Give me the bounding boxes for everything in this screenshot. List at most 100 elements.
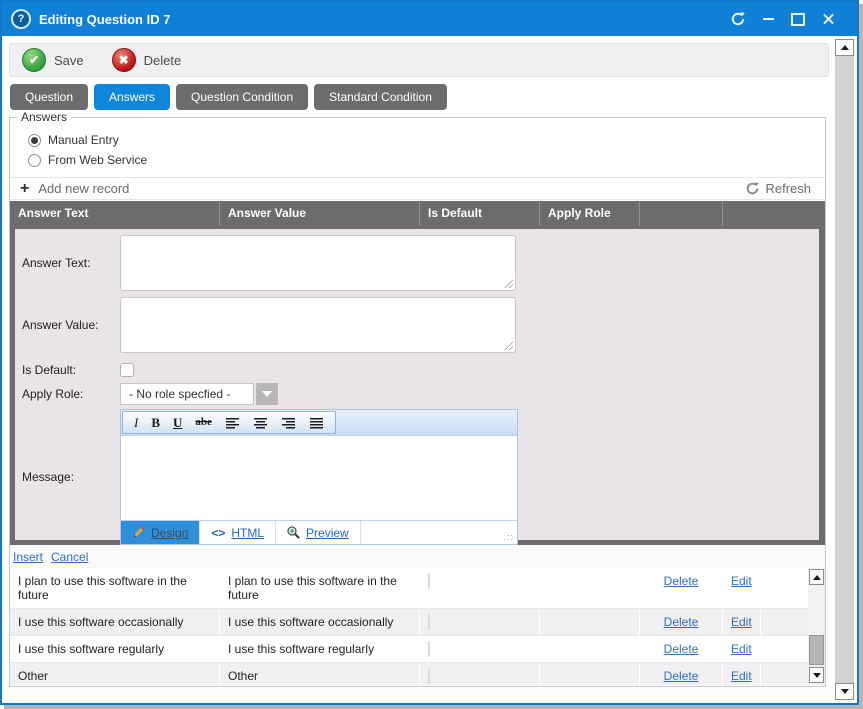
- delete-row-link[interactable]: Delete: [664, 669, 699, 683]
- column-header-is-default[interactable]: Is Default: [420, 201, 540, 226]
- is-default-row-checkbox[interactable]: [428, 641, 430, 657]
- editor-toolbar: I B U abe: [121, 410, 517, 436]
- answer-source-radios: Manual Entry From Web Service: [28, 130, 147, 170]
- apply-role-select[interactable]: - No role specfied -: [120, 383, 278, 405]
- inline-edit-row: Answer Text: Answer Value:: [10, 226, 825, 545]
- tab-standard-condition[interactable]: Standard Condition: [314, 84, 447, 110]
- apply-role-selected-value: - No role specfied -: [120, 383, 254, 405]
- apply-role-dropdown-button[interactable]: [256, 383, 278, 405]
- editor-toolbar-group: I B U abe: [122, 411, 336, 434]
- edit-form: Answer Text: Answer Value:: [15, 229, 819, 540]
- scroll-up-icon: [813, 575, 821, 580]
- editor-mode-design[interactable]: Design: [121, 521, 200, 544]
- apply-role-label: Apply Role:: [15, 387, 120, 401]
- add-new-record-button[interactable]: + Add new record: [20, 181, 129, 196]
- is-default-checkbox[interactable]: [120, 363, 134, 377]
- answers-groupbox-legend: Answers: [17, 110, 71, 124]
- column-header-empty-2: [723, 201, 825, 226]
- cell-answer-text: I use this software occasionally: [10, 609, 220, 635]
- radio-unselected-icon: [28, 154, 41, 167]
- align-left-button[interactable]: [225, 417, 240, 429]
- scroll-up-icon: [841, 45, 849, 50]
- column-header-apply-role[interactable]: Apply Role: [540, 201, 640, 226]
- grid-scroll-thumb[interactable]: [809, 635, 824, 665]
- underline-button[interactable]: U: [173, 416, 182, 429]
- edit-row-link[interactable]: Edit: [731, 574, 752, 588]
- message-editor-content[interactable]: [121, 436, 517, 520]
- italic-button[interactable]: I: [134, 416, 138, 429]
- grid-vertical-scrollbar[interactable]: [808, 568, 825, 685]
- radio-from-web-service-label: From Web Service: [48, 153, 147, 167]
- dialog-vertical-scrollbar[interactable]: [835, 39, 854, 700]
- scroll-down-icon: [841, 689, 849, 694]
- close-button[interactable]: [813, 7, 843, 31]
- is-default-row-checkbox[interactable]: [428, 573, 430, 589]
- dialog-scroll-down-button[interactable]: [835, 683, 854, 700]
- answers-groupbox: Answers Manual Entry From Web Service: [9, 117, 826, 687]
- cell-answer-text: I use this software regularly: [10, 636, 220, 662]
- grid-scroll-up-button[interactable]: [809, 569, 824, 585]
- edit-row-link[interactable]: Edit: [731, 615, 752, 629]
- maximize-icon: [791, 13, 805, 26]
- tab-question[interactable]: Question: [10, 84, 88, 110]
- is-default-row-checkbox[interactable]: [428, 614, 430, 630]
- strikethrough-button[interactable]: abe: [195, 417, 212, 428]
- refresh-label: Refresh: [765, 181, 811, 196]
- tab-answers[interactable]: Answers: [94, 84, 170, 110]
- table-row[interactable]: I use this software regularly I use this…: [10, 636, 808, 663]
- column-header-answer-value[interactable]: Answer Value: [220, 201, 420, 226]
- maximize-button[interactable]: [783, 7, 813, 31]
- cell-delete: Delete: [640, 609, 723, 635]
- tab-question-condition[interactable]: Question Condition: [176, 84, 308, 110]
- delete-row-link[interactable]: Delete: [664, 615, 699, 629]
- answer-value-input[interactable]: [121, 298, 515, 352]
- add-new-record-label: Add new record: [38, 181, 129, 196]
- plus-icon: +: [20, 182, 29, 196]
- editor-mode-preview[interactable]: Preview: [276, 521, 361, 544]
- column-header-answer-text[interactable]: Answer Text: [10, 201, 220, 226]
- delete-row-link[interactable]: Delete: [664, 642, 699, 656]
- magnifier-icon: [287, 526, 300, 539]
- delete-x-icon: ✖: [112, 48, 136, 72]
- grid-scroll-down-button[interactable]: [809, 667, 824, 683]
- justify-button[interactable]: [309, 417, 324, 429]
- is-default-row-checkbox[interactable]: [428, 668, 430, 684]
- delete-button[interactable]: ✖ Delete: [112, 48, 182, 72]
- window-title: Editing Question ID 7: [39, 12, 170, 27]
- cell-apply-role: [540, 609, 640, 635]
- answer-value-field-wrap: [120, 297, 516, 353]
- table-row[interactable]: I use this software occasionally I use t…: [10, 609, 808, 636]
- radio-from-web-service[interactable]: From Web Service: [28, 150, 147, 170]
- refresh-icon: [731, 12, 745, 26]
- insert-link[interactable]: Insert: [13, 550, 43, 564]
- cell-edit: Edit: [723, 636, 761, 662]
- html-code-icon: <>: [211, 526, 225, 540]
- edit-row-link[interactable]: Edit: [731, 642, 752, 656]
- minimize-button[interactable]: [753, 7, 783, 31]
- align-center-button[interactable]: [253, 417, 268, 429]
- bold-button[interactable]: B: [151, 416, 160, 429]
- table-row[interactable]: Other Other Delete Edit: [10, 663, 808, 685]
- align-right-button[interactable]: [281, 417, 296, 429]
- minimize-icon: [763, 18, 774, 20]
- cell-delete: Delete: [640, 636, 723, 662]
- editor-mode-bar: Design <> HTML: [121, 520, 517, 544]
- window-refresh-button[interactable]: [723, 7, 753, 31]
- window-controls: [723, 7, 857, 31]
- cell-is-default: [420, 663, 540, 685]
- save-button-label: Save: [54, 53, 84, 68]
- table-row[interactable]: I plan to use this software in the futur…: [10, 568, 808, 609]
- answer-text-input[interactable]: [121, 236, 515, 290]
- editor-resize-grip-icon[interactable]: .::: [503, 532, 514, 542]
- editor-mode-html[interactable]: <> HTML: [200, 521, 276, 544]
- radio-manual-entry[interactable]: Manual Entry: [28, 130, 147, 150]
- refresh-button[interactable]: Refresh: [746, 181, 811, 196]
- dialog-scroll-up-button[interactable]: [835, 39, 854, 56]
- delete-row-link[interactable]: Delete: [664, 574, 699, 588]
- cell-edit: Edit: [723, 609, 761, 635]
- cancel-link[interactable]: Cancel: [51, 550, 88, 564]
- cell-delete: Delete: [640, 568, 723, 608]
- grid-rows: I plan to use this software in the futur…: [10, 568, 808, 685]
- save-button[interactable]: ✔ Save: [22, 48, 84, 72]
- edit-row-link[interactable]: Edit: [731, 669, 752, 683]
